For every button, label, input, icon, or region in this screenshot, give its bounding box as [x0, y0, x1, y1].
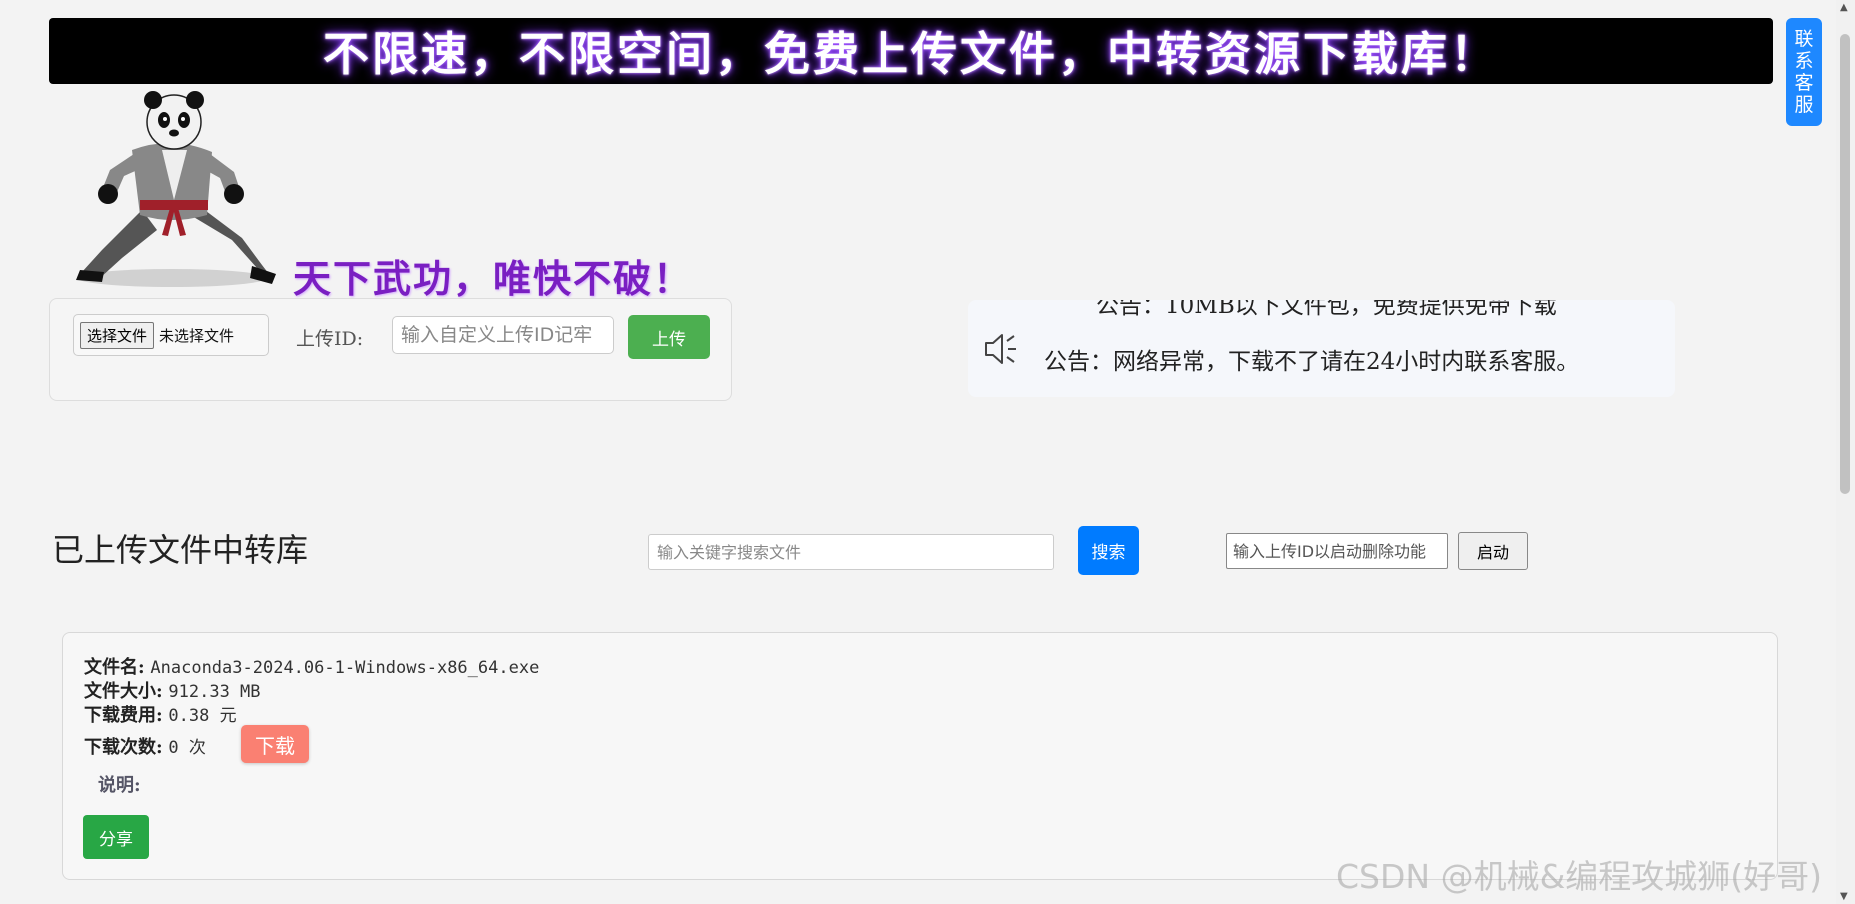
scroll-up-icon[interactable]: ▲	[1840, 2, 1848, 13]
customer-service-button[interactable]: 联系客服	[1786, 18, 1822, 126]
search-button[interactable]: 搜索	[1078, 526, 1139, 575]
activate-delete-button[interactable]: 启动	[1458, 532, 1528, 570]
banner-text: 不限速，不限空间，免费上传文件，中转资源下载库！	[323, 27, 1499, 81]
upload-panel: 选择文件 未选择文件 上传ID: 上传	[49, 298, 732, 401]
file-chooser[interactable]: 选择文件 未选择文件	[73, 314, 269, 356]
file-name-value: Anaconda3-2024.06-1-Windows-x86_64.exe	[150, 658, 540, 678]
download-count-label: 下载次数:	[84, 737, 163, 758]
download-count-value: 0 次	[168, 738, 206, 758]
download-fee-row: 下载费用: 0.38 元	[84, 701, 237, 727]
upload-id-input[interactable]	[392, 316, 614, 354]
download-fee-label: 下载费用:	[84, 705, 163, 726]
page-scrollbar[interactable]: ▲ ▼	[1836, 0, 1855, 904]
file-name-label: 文件名:	[84, 657, 145, 678]
speaker-icon	[985, 334, 1016, 364]
download-count-row: 下载次数: 0 次	[84, 733, 206, 759]
download-button[interactable]: 下载	[241, 725, 309, 763]
announcement-ticker: 公告：10MB以下文件包，免费提供免带下载 公告：网络异常，下载不了请在24小时…	[1044, 300, 1664, 397]
csdn-watermark: CSDN @机械&编程攻城狮(好哥)	[1336, 857, 1823, 896]
upload-id-label: 上传ID:	[296, 328, 364, 350]
panda-mascot-image	[76, 91, 276, 287]
scroll-thumb[interactable]	[1840, 34, 1850, 494]
choose-file-button[interactable]: 选择文件	[80, 321, 155, 349]
file-size-value: 912.33 MB	[168, 682, 261, 702]
top-banner: 不限速，不限空间，免费上传文件，中转资源下载库！	[49, 18, 1773, 84]
scroll-down-icon[interactable]: ▼	[1840, 891, 1848, 902]
download-fee-value: 0.38 元	[168, 706, 237, 726]
file-card: 文件名: Anaconda3-2024.06-1-Windows-x86_64.…	[62, 632, 1778, 880]
upload-button[interactable]: 上传	[628, 315, 710, 359]
slogan: 天下武功，唯快不破！	[293, 256, 694, 301]
file-name-row: 文件名: Anaconda3-2024.06-1-Windows-x86_64.…	[84, 653, 539, 679]
section-title: 已上传文件中转库	[52, 531, 309, 569]
announcement-current: 公告：网络异常，下载不了请在24小时内联系客服。	[1044, 349, 1580, 375]
announcement-previous: 公告：10MB以下文件包，免费提供免带下载	[1096, 300, 1557, 319]
file-size-label: 文件大小:	[84, 681, 163, 702]
file-status-text: 未选择文件	[159, 326, 235, 345]
delete-id-input[interactable]	[1226, 533, 1448, 569]
search-input[interactable]	[648, 534, 1054, 570]
description-label: 说明:	[98, 775, 141, 796]
announcement-panel: 公告：10MB以下文件包，免费提供免带下载 公告：网络异常，下载不了请在24小时…	[968, 300, 1675, 397]
share-button[interactable]: 分享	[83, 815, 149, 859]
file-size-row: 文件大小: 912.33 MB	[84, 677, 261, 703]
